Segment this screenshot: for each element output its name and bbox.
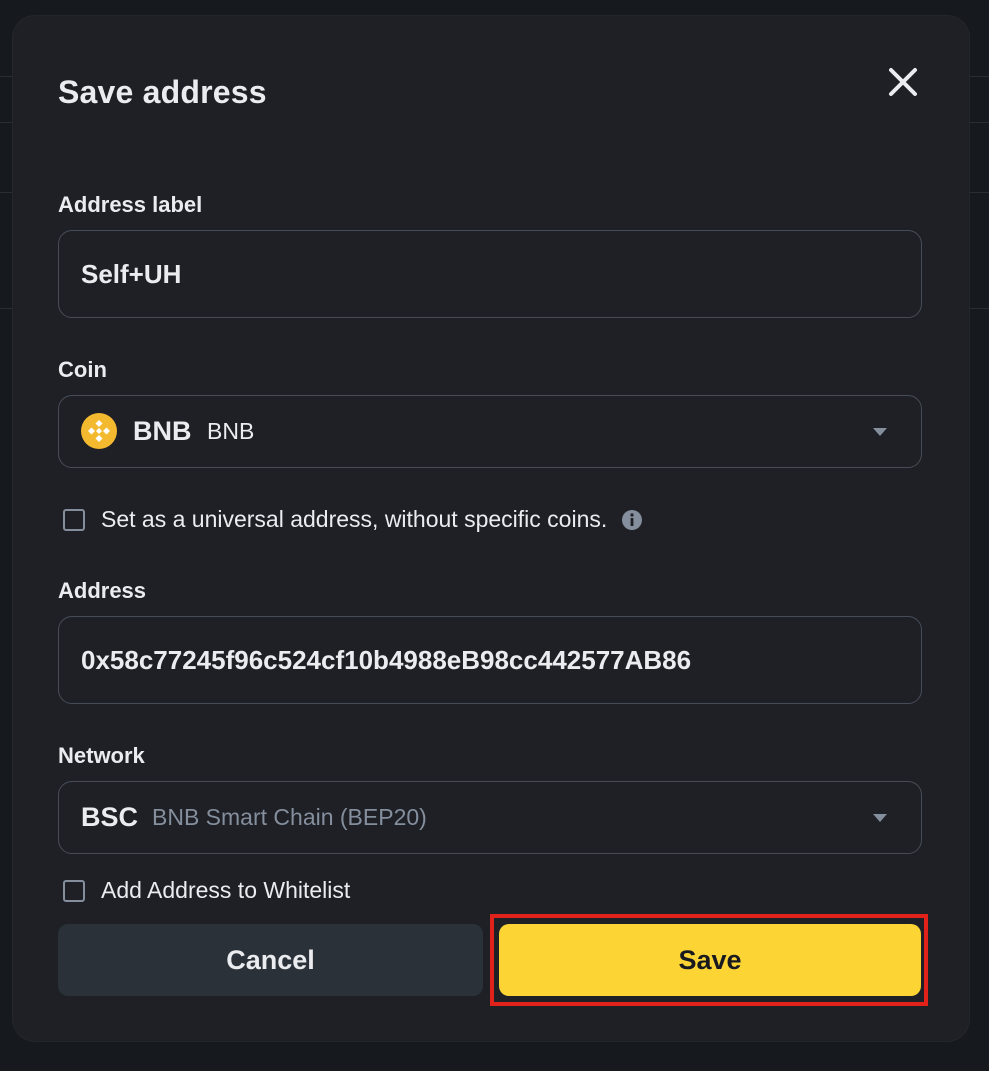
coin-select[interactable]: BNB BNB [58,395,922,468]
whitelist-checkbox-row[interactable]: Add Address to Whitelist [63,877,350,904]
whitelist-text: Add Address to Whitelist [101,877,351,903]
network-select[interactable]: BSC BNB Smart Chain (BEP20) [58,781,922,854]
network-heading: Network [58,743,145,768]
address-heading: Address [58,578,147,603]
coin-name: BNB [207,418,255,444]
address-label-field-box [58,230,922,318]
info-icon[interactable] [621,509,643,531]
bnb-coin-icon [81,413,117,449]
universal-address-text: Set as a universal address, without spec… [101,506,608,532]
save-button[interactable]: Save [499,924,921,996]
chevron-down-icon [873,427,887,436]
address-input[interactable] [81,617,891,703]
close-button[interactable] [883,62,923,102]
whitelist-checkbox[interactable] [63,879,85,902]
address-label-heading: Address label [58,192,203,217]
address-label-input[interactable] [81,231,891,317]
close-icon [889,68,917,96]
coin-heading: Coin [58,357,107,382]
address-field-box [58,616,922,704]
modal-title: Save address [58,74,267,110]
chevron-down-icon [873,813,887,822]
universal-address-checkbox-row[interactable]: Set as a universal address, without spec… [63,506,643,533]
network-code: BSC [81,802,139,832]
universal-address-checkbox[interactable] [63,508,85,531]
cancel-button[interactable]: Cancel [58,924,483,996]
network-name: BNB Smart Chain (BEP20) [152,804,427,830]
coin-symbol: BNB [133,416,192,446]
save-address-modal: Save address Address label Coin BNB BNB … [13,16,969,1041]
